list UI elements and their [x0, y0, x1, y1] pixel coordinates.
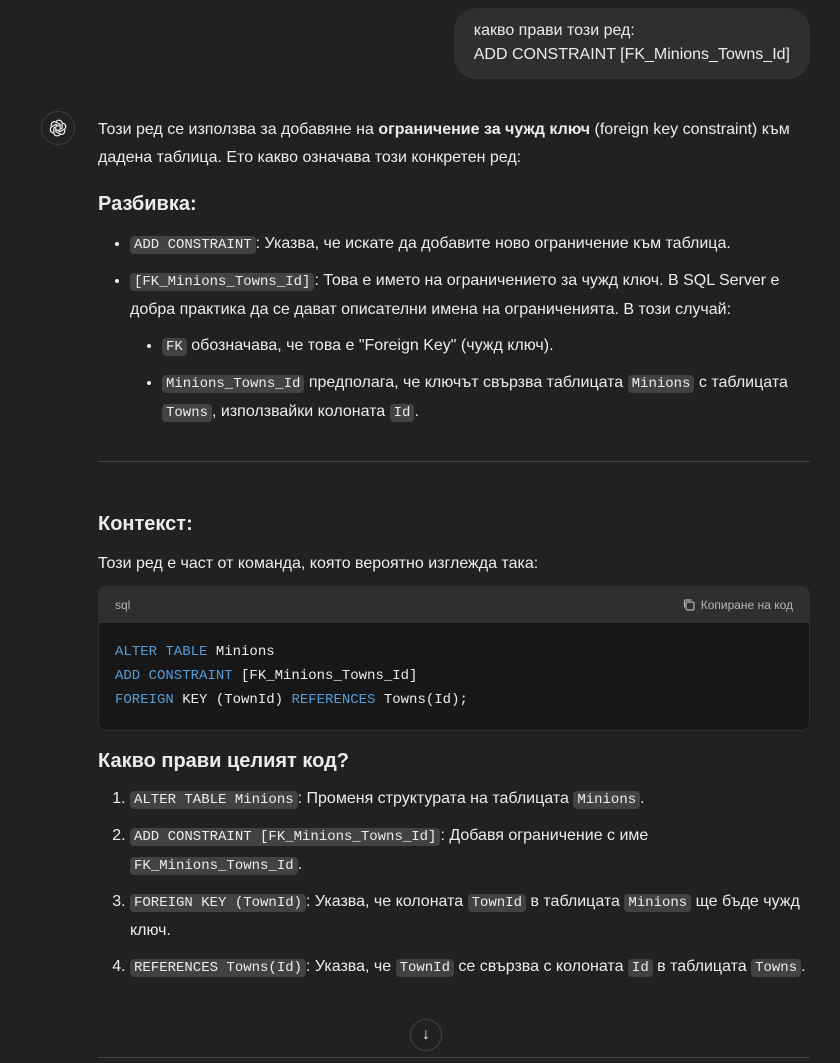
- inline-code: FK: [162, 338, 187, 356]
- code-text: [FK_Minions_Towns_Id]: [232, 668, 418, 684]
- composer-divider: [98, 1057, 810, 1058]
- list-item-text: [FK_Minions_Towns_Id]: Това е името на о…: [130, 272, 779, 318]
- inline-code: Minions: [627, 375, 695, 393]
- code-keyword: FOREIGN: [115, 692, 174, 708]
- text-segment: се свързва с колоната: [453, 958, 628, 975]
- list-item: ALTER TABLE Minions: Променя структурата…: [130, 785, 810, 814]
- text-segment: Този ред се използва за добавяне на: [98, 121, 379, 138]
- inline-code: Minions_Towns_Id: [162, 375, 305, 393]
- list-item: Minions_Towns_Id предполага, че ключът с…: [162, 369, 810, 427]
- text-segment: в таблицата: [652, 958, 752, 975]
- arrow-down-icon: ↓: [422, 1026, 430, 1043]
- code-text: Minions: [207, 644, 275, 660]
- copy-icon: [683, 599, 695, 611]
- text-segment: : Добавя ограничение с име: [440, 827, 649, 844]
- code-block: sql Копиране на код ALTER TABLE Minions A…: [98, 586, 810, 731]
- code-line: ALTER TABLE Minions: [115, 640, 793, 664]
- text-segment: : Указва, че искате да добавите ново огр…: [255, 235, 731, 252]
- inline-code: ALTER TABLE Minions: [130, 791, 298, 809]
- text-segment: .: [297, 856, 303, 873]
- text-segment: , използвайки колоната: [212, 403, 390, 420]
- text-segment: .: [414, 403, 419, 420]
- code-keyword: ADD CONSTRAINT: [115, 668, 233, 684]
- inline-code: [FK_Minions_Towns_Id]: [130, 273, 315, 291]
- inline-code: ADD CONSTRAINT: [130, 236, 256, 254]
- inline-code: ADD CONSTRAINT [FK_Minions_Towns_Id]: [130, 828, 441, 846]
- code-block-header: sql Копиране на код: [99, 587, 809, 623]
- sub-breakdown-list: FK обозначава, че това е "Foreign Key" (…: [130, 332, 810, 427]
- copy-code-label: Копиране на код: [700, 598, 793, 612]
- text-segment: .: [801, 958, 806, 975]
- code-block-body: ALTER TABLE Minions ADD CONSTRAINT [FK_Mi…: [99, 623, 809, 730]
- openai-logo-icon: [49, 119, 67, 137]
- breakdown-heading: Разбивка:: [98, 193, 197, 215]
- whole-code-heading: Какво прави целият код?: [98, 750, 350, 772]
- inline-code: Id: [627, 959, 653, 977]
- text-segment: с таблицата: [694, 374, 788, 391]
- inline-code: Minions: [624, 894, 692, 912]
- code-language-label: sql: [115, 598, 131, 612]
- code-text: Towns(Id);: [375, 692, 468, 708]
- inline-code: Id: [389, 404, 415, 422]
- context-text: Този ред е част от команда, която вероят…: [98, 555, 539, 572]
- copy-code-button[interactable]: Копиране на код: [682, 591, 793, 619]
- steps-list: ALTER TABLE Minions: Променя структурата…: [98, 785, 810, 982]
- assistant-avatar: [41, 111, 75, 145]
- text-segment: предполага, че ключът свързва таблицата: [304, 374, 628, 391]
- inline-code: TownId: [467, 894, 526, 912]
- text-segment: в таблицата: [526, 893, 625, 910]
- code-keyword: REFERENCES: [291, 692, 376, 708]
- text-segment: обозначава, че това е "Foreign Key" (чуж…: [186, 337, 554, 354]
- text-segment: : Указва, че: [306, 958, 396, 975]
- list-item: FOREIGN KEY (TownId): Указва, че колонат…: [130, 888, 810, 945]
- list-item: [FK_Minions_Towns_Id]: Това е името на о…: [130, 267, 810, 427]
- list-item: REFERENCES Towns(Id): Указва, че TownId …: [130, 953, 810, 982]
- divider: [98, 461, 810, 462]
- inline-code: REFERENCES Towns(Id): [130, 959, 307, 977]
- inline-code: Towns: [162, 404, 213, 422]
- code-keyword: ALTER TABLE: [115, 644, 208, 660]
- bold-text: ограничение за чужд ключ: [378, 121, 591, 138]
- text-segment: : Указва, че колоната: [306, 893, 468, 910]
- intro-paragraph: Този ред се използва за добавяне на огра…: [98, 116, 810, 172]
- breakdown-list: ADD CONSTRAINT: Указва, че искате да доб…: [98, 230, 810, 427]
- inline-code: Minions: [573, 791, 641, 809]
- user-message-line: ADD CONSTRAINT [FK_Minions_Towns_Id]: [473, 46, 790, 63]
- inline-code: FOREIGN KEY (TownId): [130, 894, 307, 912]
- context-heading: Контекст:: [98, 513, 193, 535]
- code-line: FOREIGN KEY (TownId) REFERENCES Towns(Id…: [115, 688, 793, 712]
- code-line: ADD CONSTRAINT [FK_Minions_Towns_Id]: [115, 664, 793, 688]
- user-message-line: какво прави този ред:: [473, 22, 635, 39]
- text-segment: : Променя структурата на таблицата: [297, 790, 574, 807]
- list-item: ADD CONSTRAINT: Указва, че искате да доб…: [130, 230, 810, 259]
- inline-code: Towns: [751, 959, 802, 977]
- user-message-bubble: какво прави този ред: ADD CONSTRAINT [FK…: [453, 8, 810, 79]
- inline-code: FK_Minions_Towns_Id: [130, 857, 298, 875]
- list-item: FK обозначава, че това е "Foreign Key" (…: [162, 332, 810, 361]
- assistant-message: Този ред се използва за добавяне на огра…: [98, 116, 810, 990]
- scroll-down-button[interactable]: ↓: [410, 1019, 442, 1051]
- text-segment: .: [640, 790, 645, 807]
- list-item: ADD CONSTRAINT [FK_Minions_Towns_Id]: До…: [130, 822, 810, 880]
- code-text: KEY (TownId): [173, 692, 292, 708]
- inline-code: TownId: [395, 959, 454, 977]
